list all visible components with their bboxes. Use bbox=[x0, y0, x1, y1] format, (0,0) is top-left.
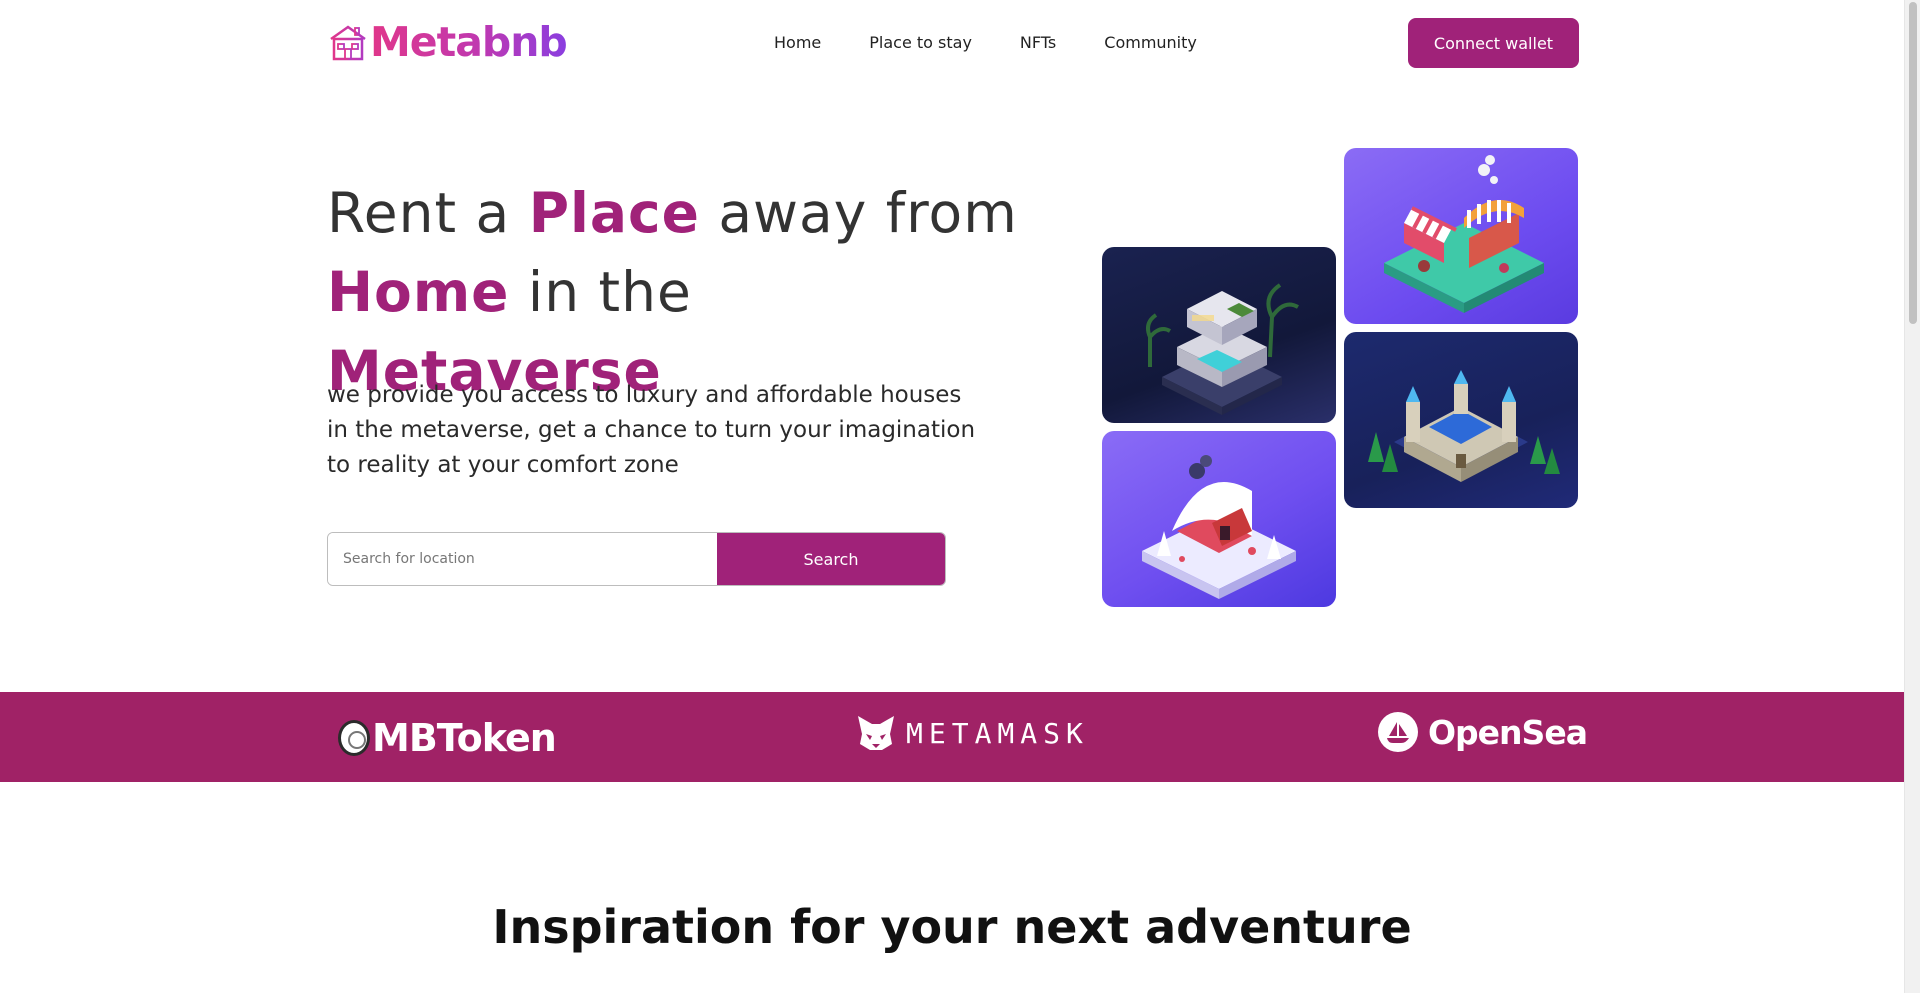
scrollbar[interactable] bbox=[1904, 0, 1920, 993]
page: Metabnb Home Place to stay NFTs Communit… bbox=[0, 0, 1904, 993]
partners-band: MBToken METAMASK OpenSea bbox=[0, 692, 1904, 782]
partner-name: METAMASK bbox=[906, 716, 1089, 750]
partner-mbtoken: MBToken bbox=[338, 716, 557, 760]
nav-community[interactable]: Community bbox=[1104, 33, 1197, 52]
hero-title-part: Rent a bbox=[327, 181, 529, 245]
section-title: Inspiration for your next adventure bbox=[492, 900, 1412, 954]
market-image bbox=[1344, 148, 1578, 324]
search-button[interactable]: Search bbox=[717, 533, 945, 585]
snow-house-image bbox=[1102, 431, 1336, 607]
main-nav: Home Place to stay NFTs Community bbox=[774, 14, 1245, 70]
nav-place-to-stay[interactable]: Place to stay bbox=[869, 33, 972, 52]
hero-title-accent: Place bbox=[528, 181, 700, 245]
nav-home[interactable]: Home bbox=[774, 33, 821, 52]
brand-name: Metabnb bbox=[370, 17, 568, 66]
ship-icon bbox=[1378, 712, 1418, 752]
villa-image bbox=[1102, 247, 1336, 423]
hero-title-part: away from bbox=[699, 181, 1018, 245]
partner-name: MBToken bbox=[372, 716, 557, 760]
house-icon bbox=[330, 25, 366, 61]
hero-title-part: in the bbox=[509, 260, 692, 324]
fox-icon bbox=[858, 716, 894, 750]
connect-wallet-button[interactable]: Connect wallet bbox=[1408, 18, 1579, 68]
castle-image bbox=[1344, 332, 1578, 508]
hero-description: we provide you access to luxury and affo… bbox=[327, 382, 976, 478]
partner-metamask: METAMASK bbox=[856, 714, 1089, 752]
snow-house-illustration bbox=[1142, 455, 1296, 599]
logo[interactable]: Metabnb bbox=[328, 17, 568, 66]
coin-icon bbox=[338, 720, 370, 756]
hero-title: Rent a Place away from Home in the Metav… bbox=[327, 174, 1027, 411]
search-input[interactable] bbox=[328, 533, 717, 585]
partner-name: OpenSea bbox=[1428, 712, 1588, 752]
villa-illustration bbox=[1146, 283, 1299, 415]
market-illustration bbox=[1384, 155, 1544, 313]
nav-nfts[interactable]: NFTs bbox=[1020, 33, 1056, 52]
scrollbar-thumb[interactable] bbox=[1909, 2, 1917, 324]
hero-title-accent: Home bbox=[327, 260, 510, 324]
castle-illustration bbox=[1368, 370, 1560, 482]
header: Metabnb Home Place to stay NFTs Communit… bbox=[328, 14, 1579, 70]
search-bar: Search bbox=[327, 532, 946, 586]
partner-opensea: OpenSea bbox=[1378, 712, 1588, 752]
